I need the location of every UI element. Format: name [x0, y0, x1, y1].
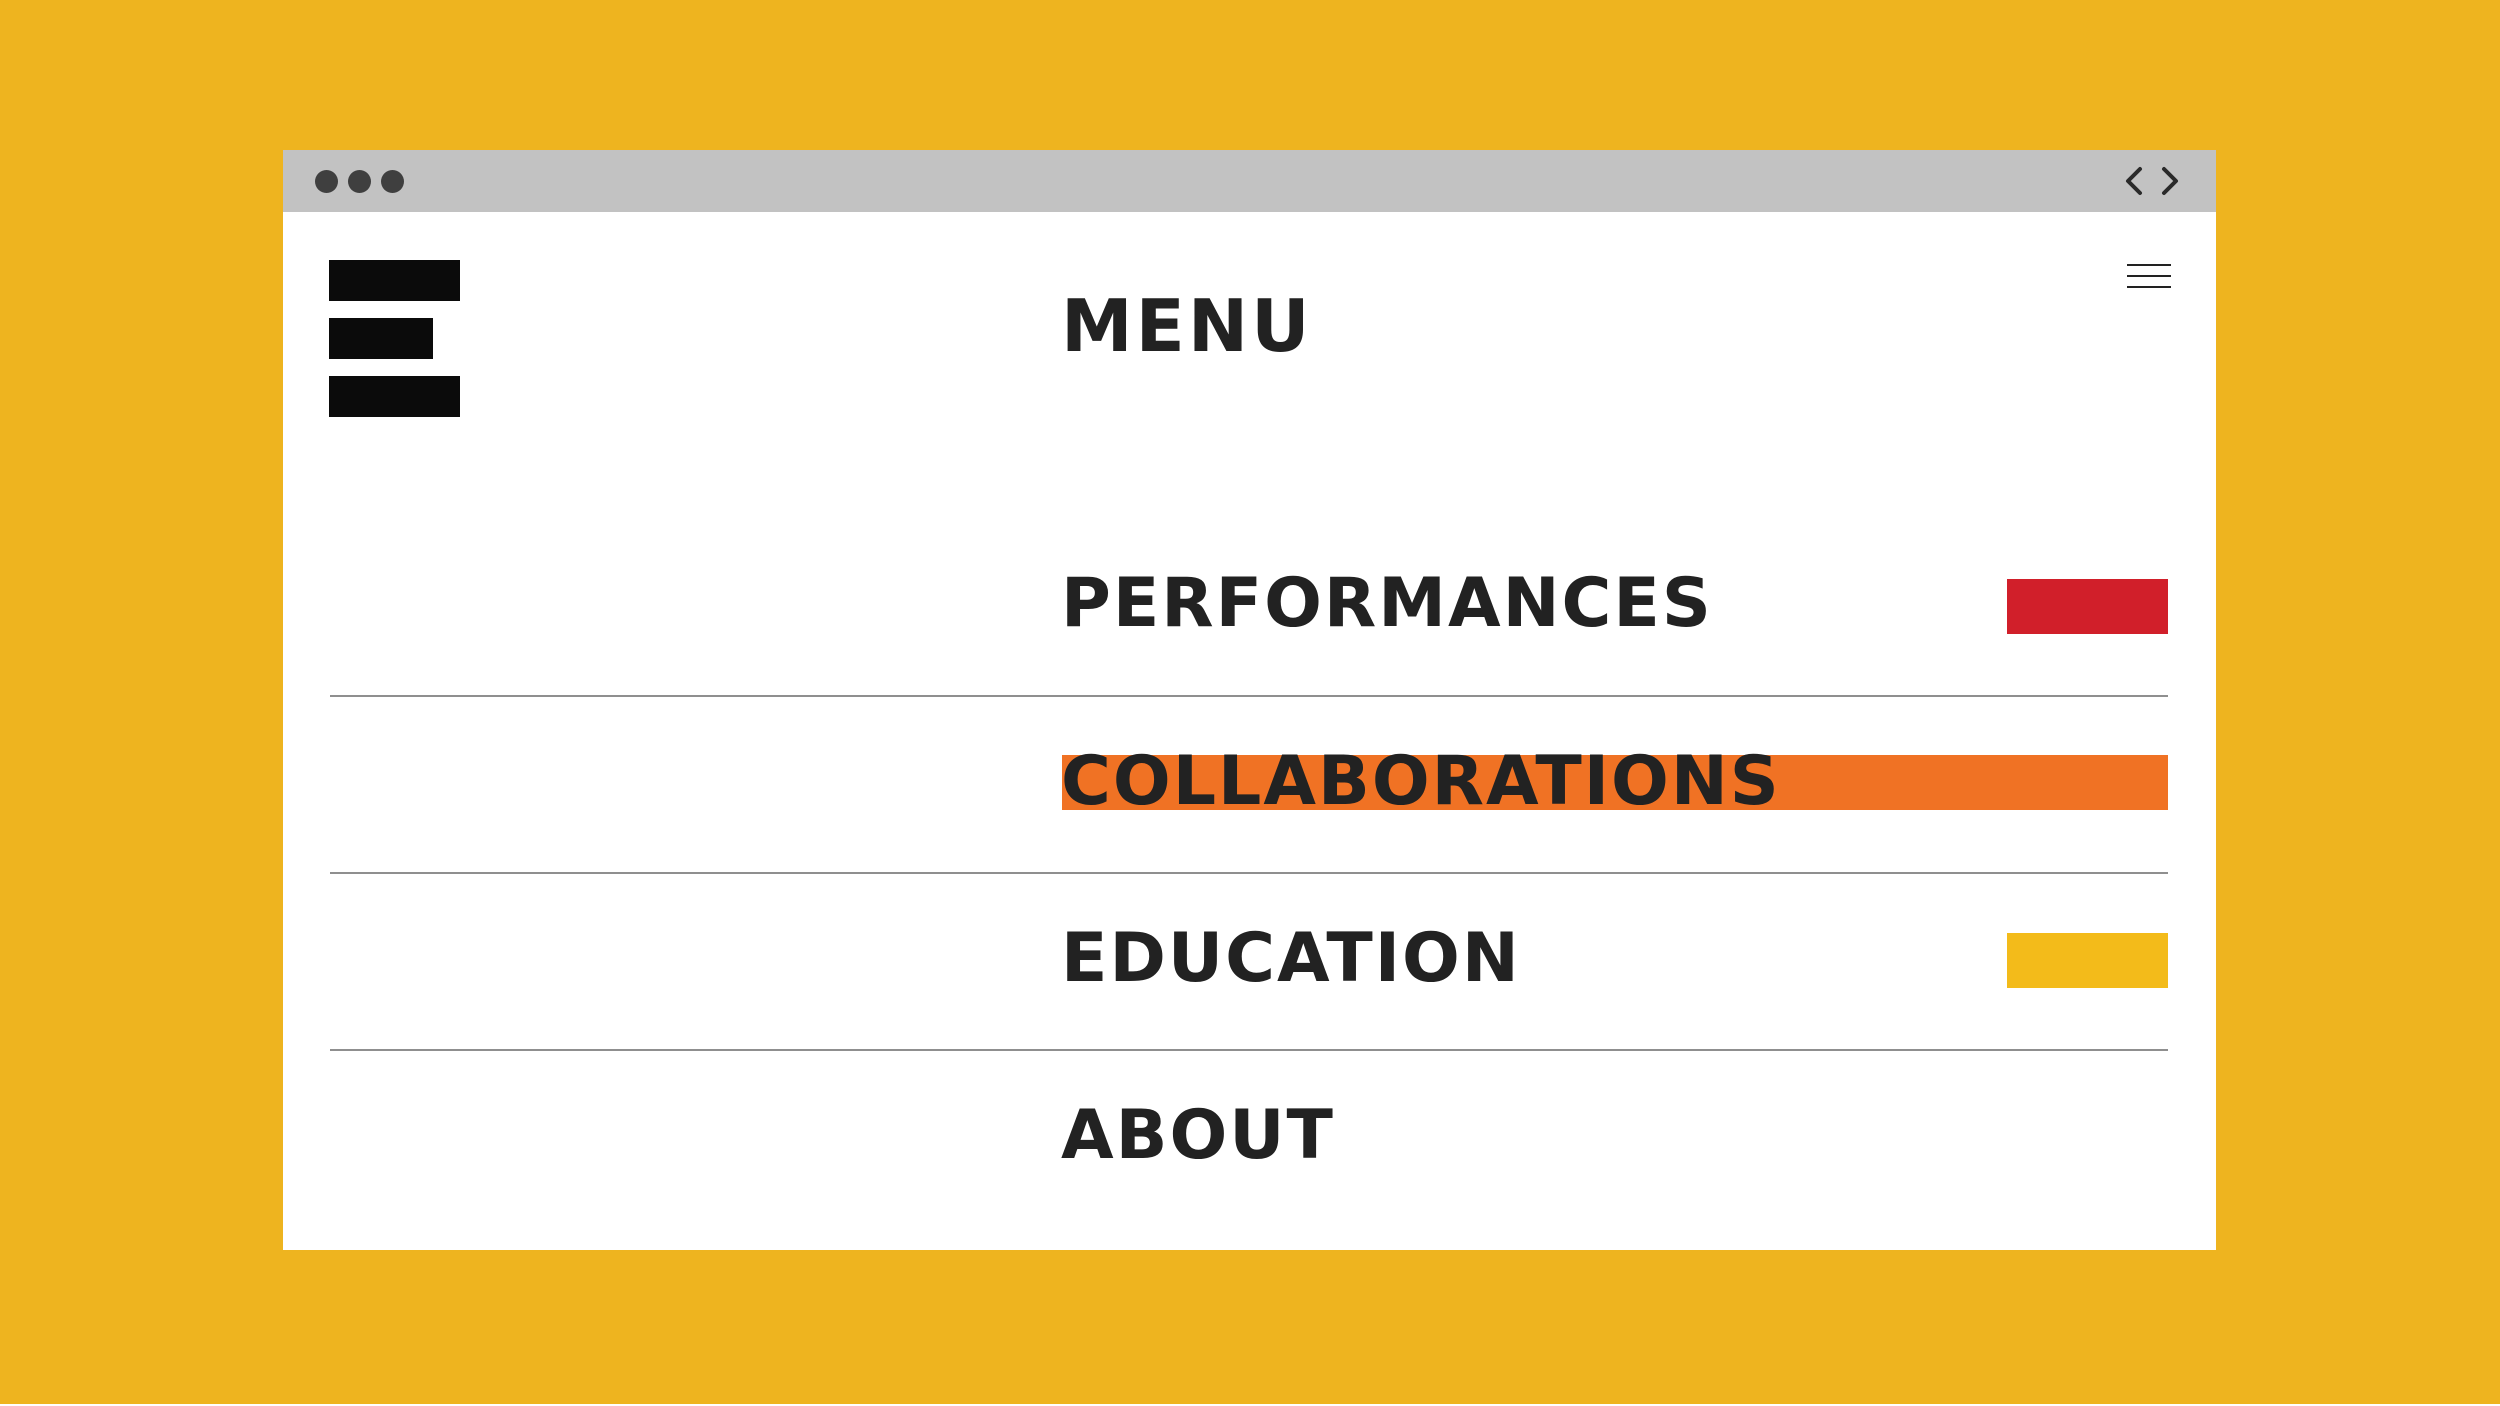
- divider: [330, 695, 2168, 697]
- menu-title: MENU: [1061, 284, 1313, 368]
- browser-nav-arrows: [2120, 164, 2184, 198]
- browser-titlebar: [283, 150, 2216, 212]
- hamburger-line: [2127, 275, 2171, 277]
- page-background: MENU PERFORMANCES COLLABORATIONS EDUCATI…: [0, 0, 2500, 1404]
- bar-logo-icon[interactable]: [329, 260, 460, 418]
- menu-item-about[interactable]: ABOUT: [1061, 1102, 1335, 1170]
- hamburger-menu-icon[interactable]: [2127, 262, 2171, 292]
- window-controls: [315, 170, 404, 193]
- window-control-dot-icon[interactable]: [381, 170, 404, 193]
- chevron-left-icon[interactable]: [2120, 164, 2148, 198]
- logo-bar: [329, 376, 460, 417]
- menu-item-performances[interactable]: PERFORMANCES: [1061, 570, 1713, 638]
- window-control-dot-icon[interactable]: [348, 170, 371, 193]
- education-marker: [2007, 933, 2168, 988]
- chevron-right-icon[interactable]: [2156, 164, 2184, 198]
- performances-marker: [2007, 579, 2168, 634]
- menu-item-education[interactable]: EDUCATION: [1061, 925, 1521, 993]
- divider: [330, 1049, 2168, 1051]
- hamburger-line: [2127, 264, 2171, 266]
- hamburger-line: [2127, 286, 2171, 288]
- browser-window: MENU PERFORMANCES COLLABORATIONS EDUCATI…: [283, 150, 2216, 1250]
- menu-item-collaborations[interactable]: COLLABORATIONS: [1061, 748, 1781, 816]
- window-control-dot-icon[interactable]: [315, 170, 338, 193]
- logo-bar: [329, 260, 460, 301]
- divider: [330, 872, 2168, 874]
- logo-bar: [329, 318, 433, 359]
